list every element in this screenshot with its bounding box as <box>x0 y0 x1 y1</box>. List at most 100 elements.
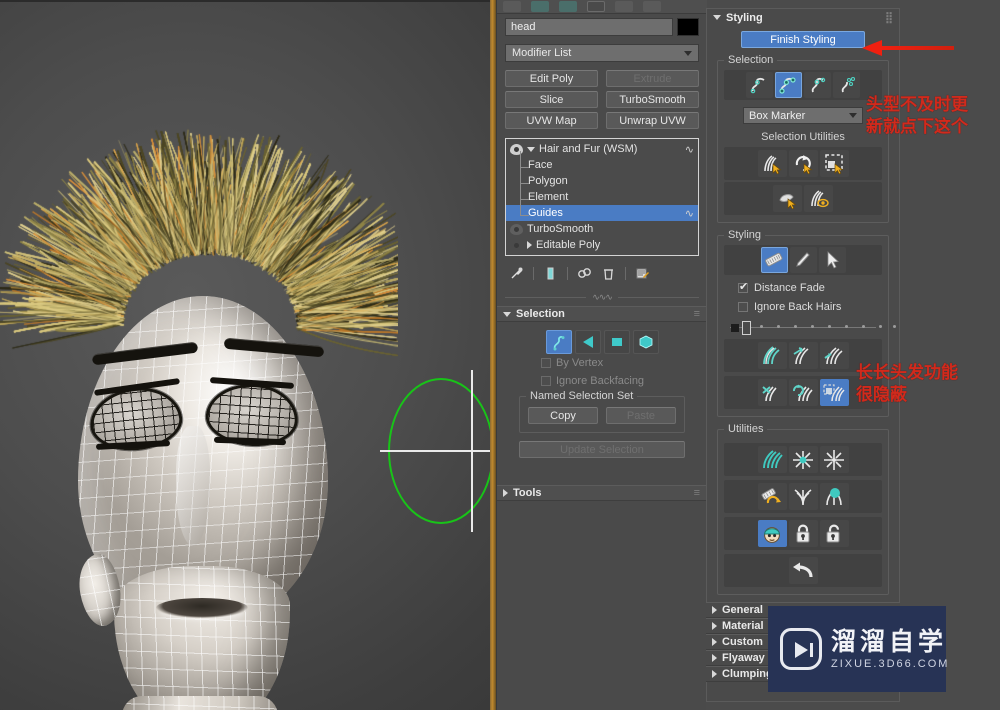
modifier-stack[interactable]: Hair and Fur (WSM) ∿ Face Polygon Element Gui… <box>505 138 699 256</box>
pin-stack-icon[interactable] <box>509 266 524 281</box>
brush-size-slider[interactable] <box>730 321 896 335</box>
show-hidden-icon[interactable] <box>804 185 833 212</box>
modifier-stack-row[interactable]: TurboSmooth <box>506 221 698 237</box>
chevron-right-icon[interactable] <box>527 241 532 249</box>
sub-object-vertex-icon[interactable] <box>574 330 601 354</box>
select-whole-guides-icon[interactable] <box>833 72 860 98</box>
modifier-button[interactable]: Slice <box>505 91 598 108</box>
select-icon[interactable] <box>818 247 846 273</box>
utilities-row3 <box>724 517 882 550</box>
marker-type-dropdown[interactable]: Box Marker <box>743 107 863 124</box>
modifier-stack-row[interactable]: Element <box>506 183 698 205</box>
utilities-row2 <box>724 480 882 513</box>
chevron-down-icon <box>684 50 692 56</box>
modifier-button[interactable]: Edit Poly <box>505 70 598 87</box>
pop-zero-sized-icon[interactable] <box>788 446 818 473</box>
render-setup-icon[interactable] <box>615 1 633 12</box>
object-color-swatch[interactable] <box>677 18 699 36</box>
hair-stand-icon[interactable] <box>788 342 818 369</box>
mirror-tool-icon[interactable] <box>559 1 577 12</box>
finish-styling-button[interactable]: Finish Styling <box>741 31 865 48</box>
sub-object-guides-icon[interactable] <box>545 330 572 354</box>
modifier-list-label: Modifier List <box>512 47 572 59</box>
modifier-stack-row[interactable]: Polygon <box>506 167 698 189</box>
watermark: 溜溜自学 ZIXUE.3D66.COM <box>768 606 947 692</box>
hair-puff-roots-icon[interactable] <box>819 342 849 369</box>
object-name-input[interactable] <box>505 18 673 36</box>
modifier-stack-row[interactable]: Face <box>506 151 698 173</box>
bottom-rollout-label: Material <box>722 620 764 632</box>
utilities-row1 <box>724 443 882 476</box>
distance-fade-checkbox[interactable]: Distance Fade <box>738 280 882 294</box>
modifier-stack-row[interactable]: Editable Poly <box>506 237 698 253</box>
chevron-down-icon <box>503 311 511 317</box>
toolbar-divider <box>567 266 568 280</box>
expand-selection-icon[interactable] <box>819 150 849 177</box>
sub-object-face-icon[interactable] <box>603 330 630 354</box>
select-guides-by-ends-icon[interactable] <box>775 72 802 98</box>
ignore-back-hairs-checkbox[interactable]: Ignore Back Hairs <box>738 301 882 313</box>
cut-icon[interactable] <box>789 247 817 273</box>
brush-icon[interactable] <box>760 247 788 273</box>
named-selection-set-label: Named Selection Set <box>526 390 638 402</box>
show-end-result-icon[interactable] <box>543 266 558 281</box>
select-tool-icon[interactable] <box>503 1 521 12</box>
select-guide-roots-icon[interactable] <box>804 72 831 98</box>
by-vertex-checkbox[interactable]: By Vertex <box>497 354 707 372</box>
toggle-collision-icon[interactable] <box>819 483 849 510</box>
reset-rest-icon[interactable] <box>788 483 818 510</box>
visibility-eye-icon[interactable] <box>510 143 523 155</box>
pop-selected-icon[interactable] <box>819 446 849 473</box>
modifier-button[interactable]: TurboSmooth <box>606 91 699 108</box>
ignore-backfacing-checkbox[interactable]: Ignore Backfacing <box>497 372 707 390</box>
recomb-icon[interactable] <box>757 483 787 510</box>
hair-clump-icon[interactable] <box>757 379 787 406</box>
update-selection-button[interactable]: Update Selection <box>519 441 685 458</box>
lock-icon[interactable] <box>788 520 818 547</box>
make-unique-icon[interactable] <box>577 266 592 281</box>
modifier-button[interactable]: Extrude <box>606 70 699 87</box>
remove-modifier-icon[interactable] <box>601 266 616 281</box>
hammer-tool-icon[interactable] <box>643 1 661 12</box>
invert-selection-icon[interactable] <box>757 150 787 177</box>
modifier-button[interactable]: Unwrap UVW <box>606 112 699 129</box>
annotation-arrow-finish-styling <box>862 40 954 56</box>
viewport[interactable] <box>0 0 496 710</box>
sub-object-element-icon[interactable] <box>632 330 659 354</box>
modifier-stack-row[interactable]: Hair and Fur (WSM) ∿ <box>506 141 698 157</box>
visibility-eye-icon[interactable] <box>510 223 523 235</box>
hair-and-fur-render <box>0 62 398 422</box>
tools-rollout-header[interactable]: Tools ≡ <box>497 485 707 501</box>
modifier-stack-row[interactable]: Guides ∿ <box>506 199 698 221</box>
paste-button[interactable]: Paste <box>606 407 676 424</box>
modifier-list-dropdown[interactable]: Modifier List <box>505 44 699 62</box>
modifier-buttons: Edit Poly Extrude Slice TurboSmooth UVW Map U… <box>505 70 699 129</box>
arc-rotate-icon[interactable] <box>587 1 605 12</box>
object-name-row <box>505 18 699 36</box>
hair-scale-icon[interactable] <box>819 379 849 406</box>
rotate-selection-icon[interactable] <box>788 150 818 177</box>
by-vertex-label: By Vertex <box>556 357 604 369</box>
slider-thumb[interactable] <box>742 321 751 335</box>
select-guide-vertices-icon[interactable] <box>746 72 773 98</box>
wsm-gizmo-icon: ∿ <box>684 207 694 220</box>
hair-translate-icon[interactable] <box>757 342 787 369</box>
hairbrush-icon[interactable] <box>757 446 787 473</box>
copy-button[interactable]: Copy <box>528 407 598 424</box>
hair-rotate-icon[interactable] <box>788 379 818 406</box>
styling-panel-header[interactable]: Styling ⣿ <box>707 9 899 26</box>
styling-group-label: Styling <box>724 229 766 241</box>
selection-rollout-header[interactable]: Selection ≡ <box>497 306 707 322</box>
link-tool-icon[interactable] <box>531 1 549 12</box>
undo-icon[interactable] <box>788 557 818 584</box>
marker-type-value: Box Marker <box>749 109 806 122</box>
toggle-hair-icon[interactable] <box>757 520 787 547</box>
chevron-down-icon[interactable] <box>527 146 535 152</box>
checkbox-box <box>541 358 551 368</box>
hide-selected-icon[interactable] <box>773 185 802 212</box>
unlock-icon[interactable] <box>819 520 849 547</box>
configure-modifier-sets-icon[interactable] <box>635 266 650 281</box>
selection-group: Selection Box Marker Selection Utilities <box>717 54 889 223</box>
chevron-right-icon <box>712 670 717 678</box>
modifier-button[interactable]: UVW Map <box>505 112 598 129</box>
